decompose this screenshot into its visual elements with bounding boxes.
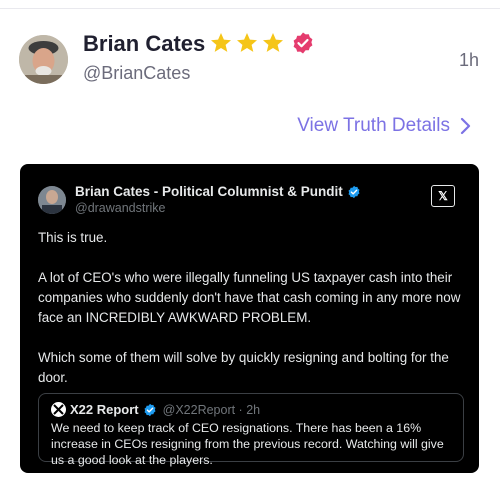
star-icon (263, 33, 283, 52)
embed-avatar[interactable] (38, 186, 66, 214)
embed-author-row: Brian Cates - Political Columnist & Pund… (75, 184, 361, 199)
quote-avatar-icon (51, 402, 66, 417)
embedded-x-post[interactable]: Brian Cates - Political Columnist & Pund… (20, 164, 479, 473)
view-truth-details-link[interactable]: View Truth Details (297, 115, 472, 137)
quote-author-row: X22 Report @X22Report · 2h (51, 402, 260, 417)
verified-check-icon (144, 403, 156, 416)
x-logo-icon[interactable]: 𝕏 (431, 185, 455, 207)
avatar[interactable] (19, 35, 68, 84)
details-link-label: View Truth Details (297, 115, 450, 136)
embed-author-name[interactable]: Brian Cates - Political Columnist & Pund… (75, 184, 343, 199)
embed-author-handle[interactable]: @drawandstrike (75, 201, 166, 215)
post-time: 1h (458, 50, 479, 70)
star-icon (237, 33, 257, 52)
embed-paragraph: A lot of CEO's who were illegally funnel… (38, 270, 461, 325)
embed-paragraph: Which some of them will solve by quickly… (38, 350, 449, 385)
user-badges (209, 31, 315, 55)
embed-paragraph: This is true. (38, 230, 108, 245)
chevron-right-icon (460, 117, 471, 135)
user-handle[interactable]: @BrianCates (83, 63, 190, 84)
display-name[interactable]: Brian Cates (83, 31, 205, 57)
verified-badge-icon (293, 32, 313, 54)
verified-check-icon (348, 185, 360, 198)
top-divider (0, 8, 500, 9)
star-icon (211, 33, 231, 52)
quote-author-handle: @X22Report · 2h (162, 402, 261, 417)
quoted-post[interactable]: X22 Report @X22Report · 2h We need to ke… (38, 393, 464, 467)
quote-text: We need to keep track of CEO resignation… (51, 421, 444, 467)
quote-author-name[interactable]: X22 Report (70, 402, 139, 417)
embed-post-text: This is true. A lot of CEO's who were il… (38, 228, 463, 408)
